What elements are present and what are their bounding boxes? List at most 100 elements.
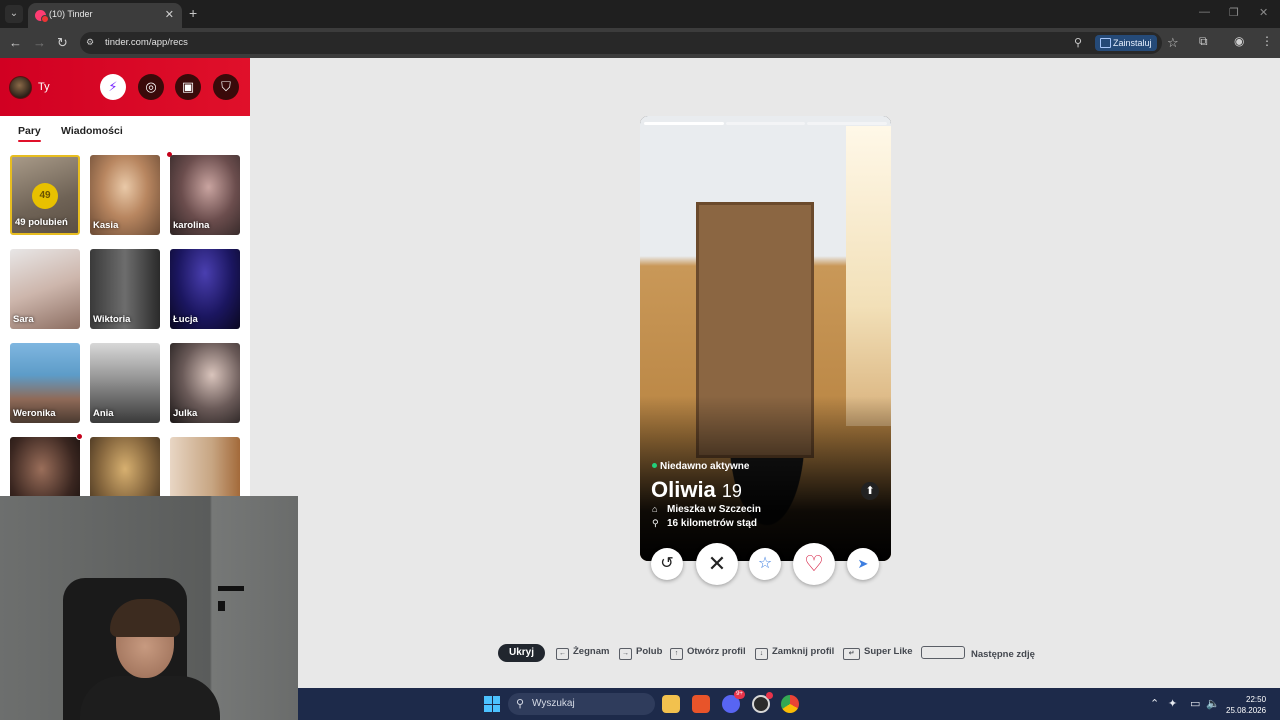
discord-badge: 9+ bbox=[734, 690, 745, 699]
hint-nope-label: Żegnam bbox=[573, 646, 610, 657]
match-card[interactable]: Ania bbox=[90, 343, 160, 423]
match-card[interactable]: karolina bbox=[170, 155, 240, 235]
bookmark-star-icon[interactable]: ☆ bbox=[1167, 35, 1179, 51]
webcam-overlay bbox=[0, 496, 298, 720]
left-arrow-key-icon: ← bbox=[556, 648, 569, 660]
taskbar: ⚲ Wyszukaj 9+ ⌃ ✦ ▭ 🔈 22:50 25.08.2026 bbox=[298, 688, 1280, 720]
extensions-icon[interactable]: ⧉ bbox=[1199, 34, 1208, 49]
safety-shield-icon[interactable]: ⛉ bbox=[213, 74, 239, 100]
maximize-button[interactable]: ❐ bbox=[1229, 6, 1239, 19]
minimize-button[interactable]: — bbox=[1199, 6, 1210, 18]
clock-time: 22:50 bbox=[1246, 695, 1267, 704]
activity-status-text: Niedawno aktywne bbox=[660, 461, 750, 472]
back-icon[interactable]: ← bbox=[9, 35, 22, 50]
chrome-icon[interactable] bbox=[781, 695, 799, 713]
menu-icon[interactable]: ⋮ bbox=[1261, 34, 1273, 48]
avatar[interactable] bbox=[9, 76, 32, 99]
profile-city: ⌂ Mieszka w Szczecin bbox=[652, 504, 761, 515]
tab-close-icon[interactable]: ✕ bbox=[165, 8, 174, 21]
windows-start-icon[interactable] bbox=[484, 696, 500, 712]
location-pin-icon: ⚲ bbox=[652, 518, 659, 528]
tab-title: (10) Tinder bbox=[49, 9, 93, 19]
profile-first-name: Oliwia bbox=[651, 477, 716, 502]
profile-icon[interactable]: ◉ bbox=[1234, 34, 1244, 48]
home-icon: ⌂ bbox=[652, 504, 658, 514]
likes-count-badge: 49 bbox=[32, 183, 58, 209]
match-name: Kasia bbox=[93, 220, 119, 231]
new-tab-button[interactable]: + bbox=[189, 5, 197, 21]
user-name[interactable]: Ty bbox=[38, 81, 50, 93]
webcam-door-lock bbox=[218, 601, 225, 611]
url-text[interactable]: tinder.com/app/recs bbox=[105, 37, 188, 48]
hint-like-label: Polub bbox=[636, 646, 663, 657]
photo-indicator-segment[interactable] bbox=[644, 122, 724, 125]
file-explorer-icon[interactable] bbox=[662, 695, 680, 713]
clock-date: 25.08.2026 bbox=[1226, 706, 1267, 715]
profile-distance-text: 16 kilometrów stąd bbox=[667, 518, 758, 529]
brave-browser-icon[interactable] bbox=[692, 695, 710, 713]
browser-tab-bar: ⌄ (10) Tinder ✕ + — ❐ ✕ bbox=[0, 0, 1280, 28]
hint-super-like: ↵ Super Like bbox=[843, 646, 913, 660]
profile-age: 19 bbox=[721, 481, 742, 501]
hint-super-like-label: Super Like bbox=[864, 646, 913, 657]
swipe-mode-icon[interactable]: ⚡ bbox=[100, 74, 126, 100]
close-window-button[interactable]: ✕ bbox=[1259, 6, 1268, 19]
rewind-button[interactable]: ↺ bbox=[651, 548, 683, 580]
match-card[interactable]: Wiktoria bbox=[90, 249, 160, 329]
boost-button[interactable]: ➤ bbox=[847, 548, 879, 580]
explore-icon[interactable]: ◎ bbox=[138, 74, 164, 100]
match-card[interactable]: Łucja bbox=[170, 249, 240, 329]
clock[interactable]: 22:50 25.08.2026 bbox=[1226, 694, 1266, 716]
browser-tab[interactable]: (10) Tinder ✕ bbox=[28, 3, 182, 28]
profile-city-text: Mieszka w Szczecin bbox=[667, 504, 761, 515]
open-profile-icon[interactable]: ⬆ bbox=[861, 482, 879, 500]
like-button[interactable]: ♡ bbox=[793, 543, 835, 585]
install-app-button[interactable]: Zainstaluj bbox=[1095, 35, 1157, 51]
likes-label: 49 polubień bbox=[15, 217, 68, 228]
match-name: Sara bbox=[13, 314, 34, 325]
taskbar-search[interactable]: ⚲ Wyszukaj bbox=[508, 693, 655, 715]
up-arrow-key-icon: ↑ bbox=[670, 648, 683, 660]
reload-icon[interactable]: ↻ bbox=[57, 35, 68, 51]
forward-icon[interactable]: → bbox=[33, 35, 46, 50]
match-name: Julka bbox=[173, 408, 198, 419]
hide-hints-button[interactable]: Ukryj bbox=[498, 644, 545, 662]
briefcase-icon[interactable]: ▣ bbox=[175, 74, 201, 100]
tab-search-icon[interactable]: ⌄ bbox=[5, 5, 23, 23]
right-arrow-key-icon: → bbox=[619, 648, 632, 660]
hint-next-photo-label: Następne zdję bbox=[971, 649, 1035, 660]
address-bar[interactable]: ⚙ tinder.com/app/recs ⚲ Zainstaluj ☆ bbox=[80, 32, 1179, 54]
enter-key-icon: ↵ bbox=[843, 648, 860, 660]
match-card[interactable]: Sara bbox=[10, 249, 80, 329]
match-card[interactable]: Julka bbox=[170, 343, 240, 423]
match-card[interactable]: Kasia bbox=[90, 155, 160, 235]
location-icon[interactable]: ⚲ bbox=[1074, 36, 1082, 49]
tab-matches[interactable]: Pary bbox=[18, 125, 41, 142]
tray-overflow-icon[interactable]: ⌃ bbox=[1150, 697, 1159, 710]
match-card[interactable]: Weronika bbox=[10, 343, 80, 423]
match-name: karolina bbox=[173, 220, 210, 231]
webcam-door-handle bbox=[218, 586, 244, 591]
volume-icon[interactable]: 🔈 bbox=[1206, 697, 1220, 710]
profile-card[interactable]: Niedawno aktywne Oliwia 19 ⬆ ⌂ Mieszka w … bbox=[640, 116, 891, 561]
super-like-button[interactable]: ☆ bbox=[749, 548, 781, 580]
nope-button[interactable]: ✕ bbox=[696, 543, 738, 585]
taskbar-search-label: Wyszukaj bbox=[532, 698, 575, 709]
profile-name: Oliwia 19 bbox=[651, 477, 742, 503]
photo-indicator-segment[interactable] bbox=[807, 122, 888, 125]
hint-next-photo: Następne zdję bbox=[921, 646, 1035, 660]
photo-indicator-segment[interactable] bbox=[725, 122, 806, 125]
site-info-icon[interactable]: ⚙ bbox=[86, 37, 98, 48]
discord-icon[interactable]: 9+ bbox=[722, 690, 745, 713]
display-icon[interactable]: ▭ bbox=[1190, 697, 1200, 710]
likes-card[interactable]: 49 49 polubień bbox=[10, 155, 80, 235]
tray-app-icon[interactable]: ✦ bbox=[1168, 697, 1177, 710]
tab-messages[interactable]: Wiadomości bbox=[61, 125, 123, 137]
search-icon: ⚲ bbox=[516, 698, 525, 710]
activity-status: Niedawno aktywne bbox=[652, 461, 749, 472]
steam-icon[interactable] bbox=[752, 692, 773, 713]
tinder-favicon-icon bbox=[35, 10, 49, 23]
hint-close-profile: ↓ Zamknij profil bbox=[755, 646, 834, 660]
app-notification-dot bbox=[766, 692, 773, 699]
match-name: Wiktoria bbox=[93, 314, 131, 325]
